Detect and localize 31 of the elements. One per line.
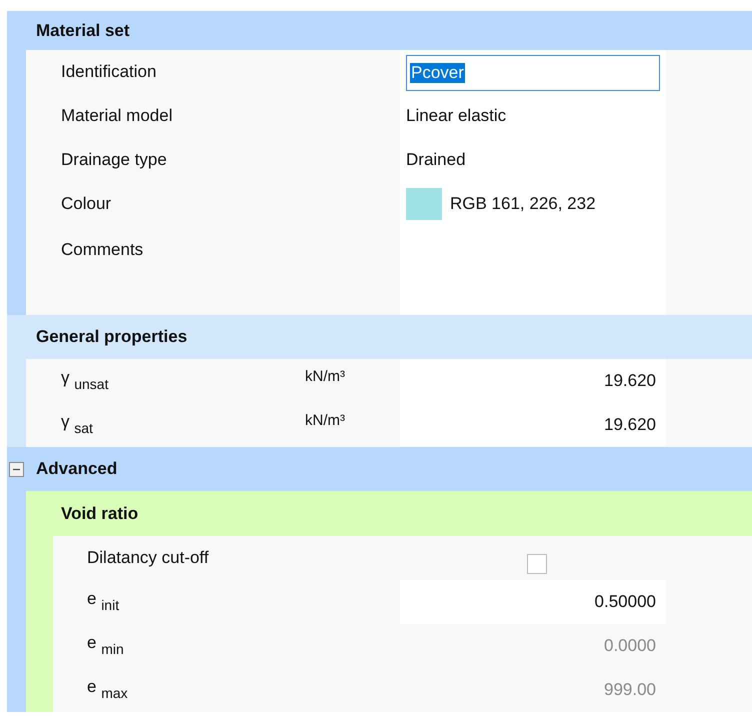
number-value: 999.00 xyxy=(604,680,656,700)
property-label: Comments xyxy=(60,240,144,260)
subsection-title: Void ratio xyxy=(61,504,138,524)
property-label: e $_{min}$ xyxy=(86,633,125,659)
field-value: Pcover xyxy=(410,63,465,83)
property-label: Material model xyxy=(60,106,174,126)
number-value: 19.620 xyxy=(604,415,656,435)
colour-value: RGB 161, 226, 232 xyxy=(450,194,596,214)
property-label: e $_{max}$ xyxy=(86,677,129,703)
identification-field[interactable]: Pcover xyxy=(406,55,660,91)
number-value: 19.620 xyxy=(604,371,656,391)
unit-label: kN/m³ xyxy=(305,368,346,384)
number-value: 0.0000 xyxy=(604,636,656,656)
checkbox[interactable] xyxy=(527,554,547,574)
comments-field[interactable] xyxy=(400,226,666,315)
section-title: General properties xyxy=(36,327,188,347)
property-label: Dilatancy cut-off xyxy=(86,548,210,568)
property-label: Drainage type xyxy=(60,150,168,170)
property-value: Drained xyxy=(406,150,466,170)
colour-swatch[interactable] xyxy=(406,188,442,220)
unit-label: kN/m³ xyxy=(305,412,346,428)
section-title: Material set xyxy=(36,20,130,40)
number-value: 0.50000 xyxy=(594,592,656,612)
property-label: γ $_{sat}$ xyxy=(60,412,94,438)
property-label: γ $_{unsat}$ xyxy=(60,368,110,394)
property-value: Linear elastic xyxy=(406,106,506,126)
property-label: Colour xyxy=(60,194,112,214)
section-title: Advanced xyxy=(36,459,118,479)
collapse-button[interactable] xyxy=(9,462,24,476)
property-label: e $_{init}$ xyxy=(86,589,120,615)
property-label: Identification xyxy=(60,62,158,82)
